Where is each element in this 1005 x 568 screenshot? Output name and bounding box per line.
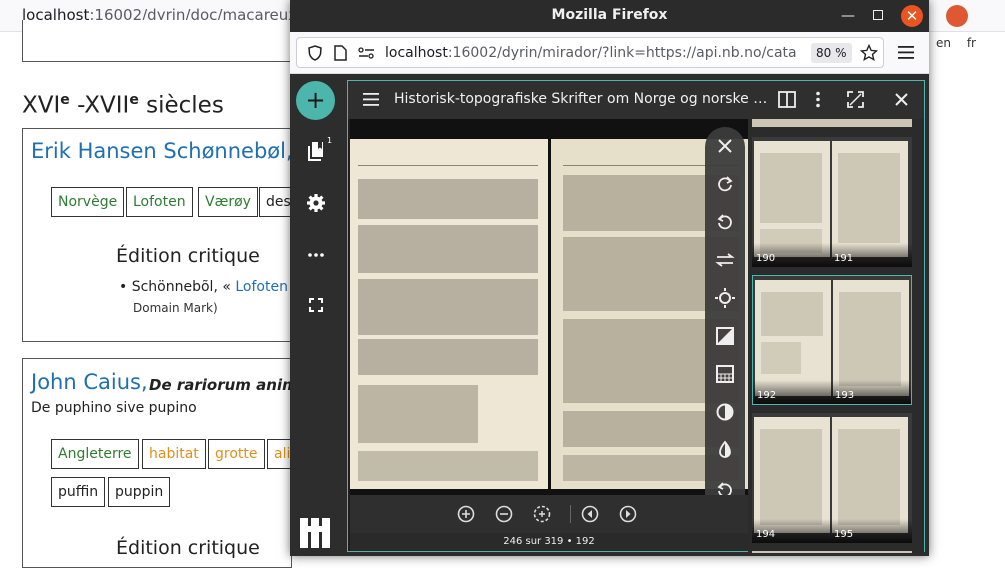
bullet-note: Domain Mark) bbox=[133, 301, 218, 315]
shield-icon[interactable] bbox=[308, 45, 322, 61]
site-settings-icon[interactable] bbox=[358, 47, 375, 59]
close-icon[interactable] bbox=[714, 135, 736, 157]
thumbnail-label-left: 194 bbox=[756, 529, 776, 540]
thumbnail-192-193[interactable]: 192 193 bbox=[752, 275, 912, 405]
window-titlebar[interactable]: Mozilla Firefox — ✕ bbox=[290, 0, 929, 32]
url-text[interactable]: localhost:16002/dyrin/mirador/?link=http… bbox=[385, 45, 797, 61]
book-view-icon[interactable] bbox=[778, 91, 796, 108]
canvas-status: 246 sur 319 • 192 bbox=[350, 533, 748, 551]
page-icon[interactable] bbox=[334, 45, 347, 61]
thumbnail-label-left: 190 bbox=[756, 253, 776, 264]
window-top-bar: Historisk-topografiske Skrifter om Norge… bbox=[348, 81, 924, 119]
add-resource-button[interactable]: + bbox=[296, 81, 335, 120]
mirador-logo-icon bbox=[300, 518, 330, 548]
more-icon[interactable] bbox=[305, 244, 327, 266]
grayscale-icon[interactable] bbox=[714, 401, 736, 423]
manifest-title: Historisk-topografiske Skrifter om Norge… bbox=[394, 91, 774, 107]
thumbnail-label-left: 192 bbox=[757, 390, 777, 401]
tag-grotte[interactable]: grotte bbox=[208, 439, 265, 469]
language-fr-link[interactable]: fr bbox=[967, 36, 976, 50]
hamburger-menu-icon[interactable] bbox=[898, 46, 914, 59]
rotate-left-icon[interactable] bbox=[714, 211, 736, 233]
control-divider bbox=[570, 505, 571, 523]
thumbnail-top-strip bbox=[752, 119, 912, 127]
window-title: Mozilla Firefox bbox=[551, 7, 668, 23]
source-card-schonnebol: Erik Hansen Schønnebøl, Norvège Lofoten … bbox=[22, 128, 297, 342]
tag-vaeroy[interactable]: Værøy bbox=[198, 187, 258, 217]
rotate-right-icon[interactable] bbox=[714, 173, 736, 195]
tag-puppin[interactable]: puppin bbox=[108, 477, 171, 507]
brightness-icon[interactable] bbox=[714, 287, 736, 309]
mirador-window: Historisk-topografiske Skrifter om Norge… bbox=[347, 80, 925, 553]
workspace-rail: + 1 bbox=[290, 74, 342, 556]
firefox-window: Mozilla Firefox — ✕ localhost:16002/dyri… bbox=[290, 0, 929, 556]
work-title: De rariorum anima bbox=[149, 376, 308, 394]
bullet-link[interactable]: Lofoten bbox=[235, 279, 288, 295]
next-icon[interactable] bbox=[618, 504, 638, 524]
minimize-button[interactable]: — bbox=[841, 8, 855, 24]
zoom-navigation-controls bbox=[350, 495, 748, 533]
work-subtitle: De puphino sive pupino bbox=[31, 400, 197, 416]
zoom-indicator[interactable]: 80 % bbox=[811, 43, 852, 63]
url-bar[interactable]: localhost:16002/dyrin/mirador/?link=http… bbox=[296, 37, 884, 68]
image-canvas[interactable] bbox=[350, 119, 748, 515]
language-en-link[interactable]: en bbox=[936, 36, 951, 50]
mirador-viewer: + 1 Historisk-topografiske Skrifter om N… bbox=[290, 74, 929, 556]
author-link[interactable]: Erik Hansen Schønnebøl, bbox=[31, 139, 293, 163]
maximize-window-icon[interactable] bbox=[847, 91, 864, 108]
author-link[interactable]: John Caius, bbox=[31, 370, 148, 394]
close-window-button[interactable]: ✕ bbox=[901, 5, 923, 27]
bookmark-star-icon[interactable] bbox=[860, 44, 878, 62]
book-icon[interactable]: 1 bbox=[305, 136, 332, 162]
thumbnail-label-right: 195 bbox=[834, 529, 854, 540]
duckduckgo-extension-icon[interactable] bbox=[946, 5, 968, 27]
thumbnail-label-right: 191 bbox=[834, 253, 854, 264]
tag-lofoten[interactable]: Lofoten bbox=[126, 187, 193, 217]
tag-habitat[interactable]: habitat bbox=[142, 439, 206, 469]
section-heading: XVIe -XVIIe siècles bbox=[22, 92, 224, 119]
thumbnail-194-195[interactable]: 194 195 bbox=[752, 413, 912, 543]
zoom-out-icon[interactable] bbox=[494, 504, 514, 524]
contrast-icon[interactable] bbox=[714, 325, 736, 347]
bullet-item: • Schönnebõl, « Lofoten bbox=[119, 279, 288, 295]
notification-count: 1 bbox=[327, 136, 333, 145]
thumbnail-label-right: 193 bbox=[835, 390, 855, 401]
edition-heading: Édition critique bbox=[116, 537, 260, 559]
page-192-image bbox=[350, 139, 548, 489]
previous-icon[interactable] bbox=[580, 504, 600, 524]
source-card-caius: John Caius, De rariorum anima De puphino… bbox=[22, 358, 308, 568]
tag-angleterre[interactable]: Angleterre bbox=[51, 439, 139, 469]
thumbnail-navigation[interactable]: 190 191 192 193 194 195 bbox=[748, 119, 924, 553]
image-tools-panel bbox=[705, 127, 745, 515]
tag-norvege[interactable]: Norvège bbox=[51, 187, 125, 217]
previous-card bbox=[22, 20, 292, 62]
edition-heading: Édition critique bbox=[116, 245, 260, 267]
navigation-bar: localhost:16002/dyrin/mirador/?link=http… bbox=[290, 32, 929, 74]
gear-icon[interactable] bbox=[305, 192, 327, 214]
saturation-icon[interactable] bbox=[714, 363, 736, 385]
close-window-icon[interactable] bbox=[895, 93, 908, 106]
fullscreen-icon[interactable] bbox=[305, 294, 327, 316]
maximize-button[interactable] bbox=[873, 10, 883, 20]
thumbnail-190-191[interactable]: 190 191 bbox=[752, 137, 912, 267]
zoom-in-icon[interactable] bbox=[456, 504, 476, 524]
language-switcher: en fr bbox=[936, 36, 976, 50]
flip-icon[interactable] bbox=[714, 249, 736, 271]
tag-puffin[interactable]: puffin bbox=[51, 477, 106, 507]
invert-icon[interactable] bbox=[714, 439, 736, 461]
reset-zoom-icon[interactable] bbox=[532, 504, 552, 524]
menu-icon[interactable] bbox=[363, 93, 379, 106]
window-options-icon[interactable] bbox=[815, 91, 821, 108]
thumbnail-next-strip bbox=[752, 551, 912, 553]
